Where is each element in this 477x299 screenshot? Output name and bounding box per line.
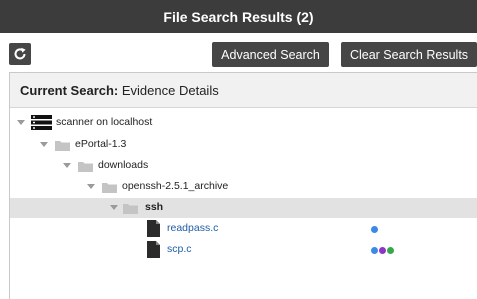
status-dot (387, 247, 394, 254)
tree-node-archive[interactable]: openssh-2.5.1_archive (10, 177, 477, 197)
tree-node-eportal[interactable]: ePortal-1.3 (10, 135, 477, 155)
current-search-value: Evidence Details (121, 82, 219, 98)
file-link[interactable]: scp.c (167, 243, 192, 255)
expand-toggle-icon[interactable] (63, 163, 71, 168)
window-title: File Search Results (2) (0, 0, 477, 33)
clear-search-results-button[interactable]: Clear Search Results (341, 42, 477, 67)
tree-node-label: ssh (145, 201, 164, 213)
results-panel: Current Search: Evidence Details scanner… (9, 72, 477, 299)
expand-toggle-icon[interactable] (87, 184, 95, 189)
tree-node-ssh[interactable]: ssh (10, 198, 477, 218)
status-dot (379, 247, 386, 254)
tree-node-label: downloads (98, 159, 149, 171)
folder-icon (123, 204, 138, 214)
expand-toggle-icon[interactable] (40, 142, 48, 147)
advanced-search-button[interactable]: Advanced Search (212, 42, 329, 67)
tree-node-scanner[interactable]: scanner on localhost (10, 113, 477, 133)
refresh-button[interactable] (9, 43, 31, 65)
expand-toggle-icon[interactable] (110, 205, 118, 210)
current-search-header: Current Search: Evidence Details (10, 73, 477, 108)
tree-node-label: ePortal-1.3 (75, 138, 127, 150)
status-dot (371, 226, 378, 233)
file-icon (147, 241, 160, 258)
tree-node-label: openssh-2.5.1_archive (122, 180, 229, 192)
status-dot (371, 247, 378, 254)
folder-icon (55, 141, 70, 151)
tree-node-downloads[interactable]: downloads (10, 156, 477, 176)
server-icon (31, 115, 52, 130)
folder-icon (78, 162, 93, 172)
expand-toggle-icon[interactable] (17, 120, 25, 125)
toolbar: Advanced Search Clear Search Results (0, 33, 477, 69)
tree-file-readpass[interactable]: readpass.c (10, 219, 477, 239)
file-link[interactable]: readpass.c (167, 222, 218, 234)
tree-file-scp[interactable]: scp.c (10, 240, 477, 260)
current-search-label: Current Search: (20, 82, 119, 98)
refresh-icon (14, 47, 26, 60)
tree-node-label: scanner on localhost (56, 116, 153, 128)
file-icon (147, 220, 160, 237)
folder-icon (102, 183, 117, 193)
